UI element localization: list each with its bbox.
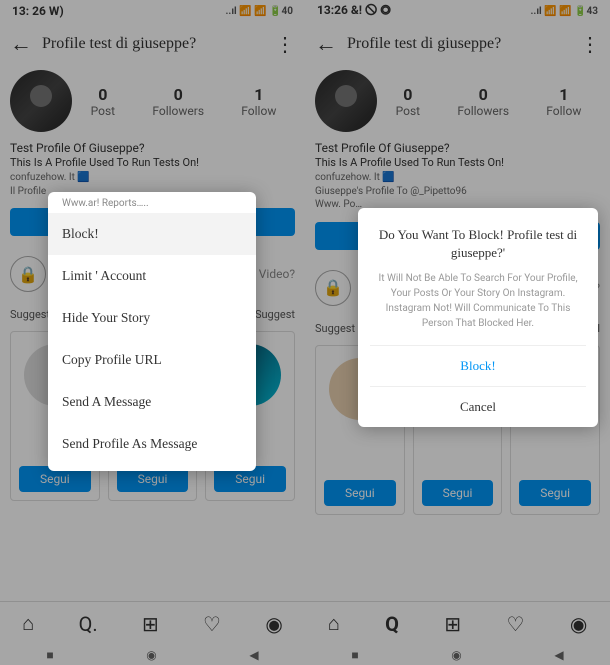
- home-sys-icon[interactable]: ◉: [451, 648, 461, 662]
- status-icons: ..ıl 📶 📶 🔋40: [226, 6, 293, 17]
- confirm-cancel-button[interactable]: Cancel: [370, 386, 586, 427]
- system-nav: ■ ◉ ◀: [305, 645, 610, 665]
- profile-header: ← Profile test di giuseppe? ⋮: [305, 22, 610, 66]
- follow-button[interactable]: Segui: [519, 480, 591, 506]
- video-hint: ! Video?: [253, 267, 295, 281]
- follow-button[interactable]: Segui: [324, 480, 396, 506]
- home-sys-icon[interactable]: ◉: [146, 648, 156, 662]
- menu-item-send-message[interactable]: Send A Message: [48, 381, 256, 423]
- page-title: Profile test di giuseppe?: [42, 35, 265, 53]
- activity-heart-icon[interactable]: ♡: [507, 612, 525, 636]
- bio-name: Test Profile Of Giuseppe?: [10, 140, 295, 156]
- status-bar: 13: 26 W) ..ıl 📶 📶 🔋40: [0, 0, 305, 22]
- profile-nav-icon[interactable]: ◉: [570, 612, 587, 636]
- more-options-icon[interactable]: ⋮: [580, 32, 600, 56]
- profile-stats-row: 0 Post 0 Followers 1 Follow: [0, 66, 305, 140]
- avatar[interactable]: [315, 70, 377, 132]
- bio-name: Test Profile Of Giuseppe?: [315, 140, 600, 156]
- confirm-block-button[interactable]: Block!: [370, 345, 586, 386]
- bio-line: This Is A Profile Used To Run Tests On!: [10, 156, 295, 171]
- recents-icon[interactable]: ■: [351, 648, 358, 662]
- stat-following[interactable]: 1 Follow: [241, 85, 276, 118]
- bottom-nav: ⌂ Q ⊞ ♡ ◉: [305, 601, 610, 645]
- profile-nav-icon[interactable]: ◉: [265, 612, 282, 636]
- back-icon[interactable]: ←: [10, 31, 32, 57]
- bio-link[interactable]: confuzehow. It 🟦: [10, 171, 295, 185]
- back-sys-icon[interactable]: ◀: [554, 648, 563, 662]
- confirm-body: It Will Not Be Able To Search For Your P…: [370, 271, 586, 331]
- menu-item-block[interactable]: Block!: [48, 213, 256, 255]
- system-nav: ■ ◉ ◀: [0, 645, 305, 665]
- page-title: Profile test di giuseppe?: [347, 35, 570, 53]
- suggestions-label: Suggest: [10, 308, 50, 321]
- status-icons: ..ıl 📶 📶 🔋43: [531, 6, 598, 17]
- avatar[interactable]: [10, 70, 72, 132]
- more-options-icon[interactable]: ⋮: [275, 32, 295, 56]
- add-post-icon[interactable]: ⊞: [444, 612, 461, 636]
- menu-item-limit[interactable]: Limit ' Account: [48, 255, 256, 297]
- menu-item-hide-story[interactable]: Hide Your Story: [48, 297, 256, 339]
- bio-link[interactable]: confuzehow. It 🟦: [315, 171, 600, 185]
- profile-action-sheet: Www.ar! Reports….. Block! Limit ' Accoun…: [48, 192, 256, 471]
- search-icon[interactable]: Q.: [79, 612, 98, 636]
- bio-extra-a: Giuseppe's Profile To @_Pipetto96: [315, 185, 600, 199]
- stat-following[interactable]: 1 Follow: [546, 85, 581, 118]
- back-icon[interactable]: ←: [315, 31, 337, 57]
- bio-line: This Is A Profile Used To Run Tests On!: [315, 156, 600, 171]
- confirm-title: Do You Want To Block! Profile test di gi…: [370, 226, 586, 261]
- lock-icon: 🔒: [315, 270, 351, 306]
- lock-icon: 🔒: [10, 256, 46, 292]
- stat-posts[interactable]: 0 Post: [91, 85, 115, 118]
- status-time: 13:26 &! 🛇 ◎: [317, 1, 391, 22]
- stat-followers[interactable]: 0 Followers: [152, 85, 204, 118]
- status-time: 13: 26 W): [12, 4, 64, 18]
- status-bar: 13:26 &! 🛇 ◎ ..ıl 📶 📶 🔋43: [305, 0, 610, 22]
- home-icon[interactable]: ⌂: [328, 611, 340, 636]
- home-icon[interactable]: ⌂: [22, 611, 34, 636]
- add-post-icon[interactable]: ⊞: [142, 612, 159, 636]
- suggestions-label: Suggest: [315, 322, 355, 335]
- activity-heart-icon[interactable]: ♡: [203, 612, 221, 636]
- profile-bio: Test Profile Of Giuseppe? This Is A Prof…: [305, 140, 610, 218]
- follow-button[interactable]: Segui: [422, 480, 494, 506]
- recents-icon[interactable]: ■: [46, 648, 53, 662]
- menu-item-copy-url[interactable]: Copy Profile URL: [48, 339, 256, 381]
- block-confirm-dialog: Do You Want To Block! Profile test di gi…: [358, 208, 598, 427]
- profile-stats-row: 0 Post 0 Followers 1 Follow: [305, 66, 610, 140]
- stat-followers[interactable]: 0 Followers: [457, 85, 509, 118]
- stat-posts[interactable]: 0 Post: [396, 85, 420, 118]
- back-sys-icon[interactable]: ◀: [249, 648, 258, 662]
- action-sheet-hint: Www.ar! Reports…..: [48, 192, 256, 213]
- menu-item-send-profile[interactable]: Send Profile As Message: [48, 423, 256, 465]
- bottom-nav: ⌂ Q. ⊞ ♡ ◉: [0, 601, 305, 645]
- profile-header: ← Profile test di giuseppe? ⋮: [0, 22, 305, 66]
- search-icon[interactable]: Q: [385, 612, 399, 636]
